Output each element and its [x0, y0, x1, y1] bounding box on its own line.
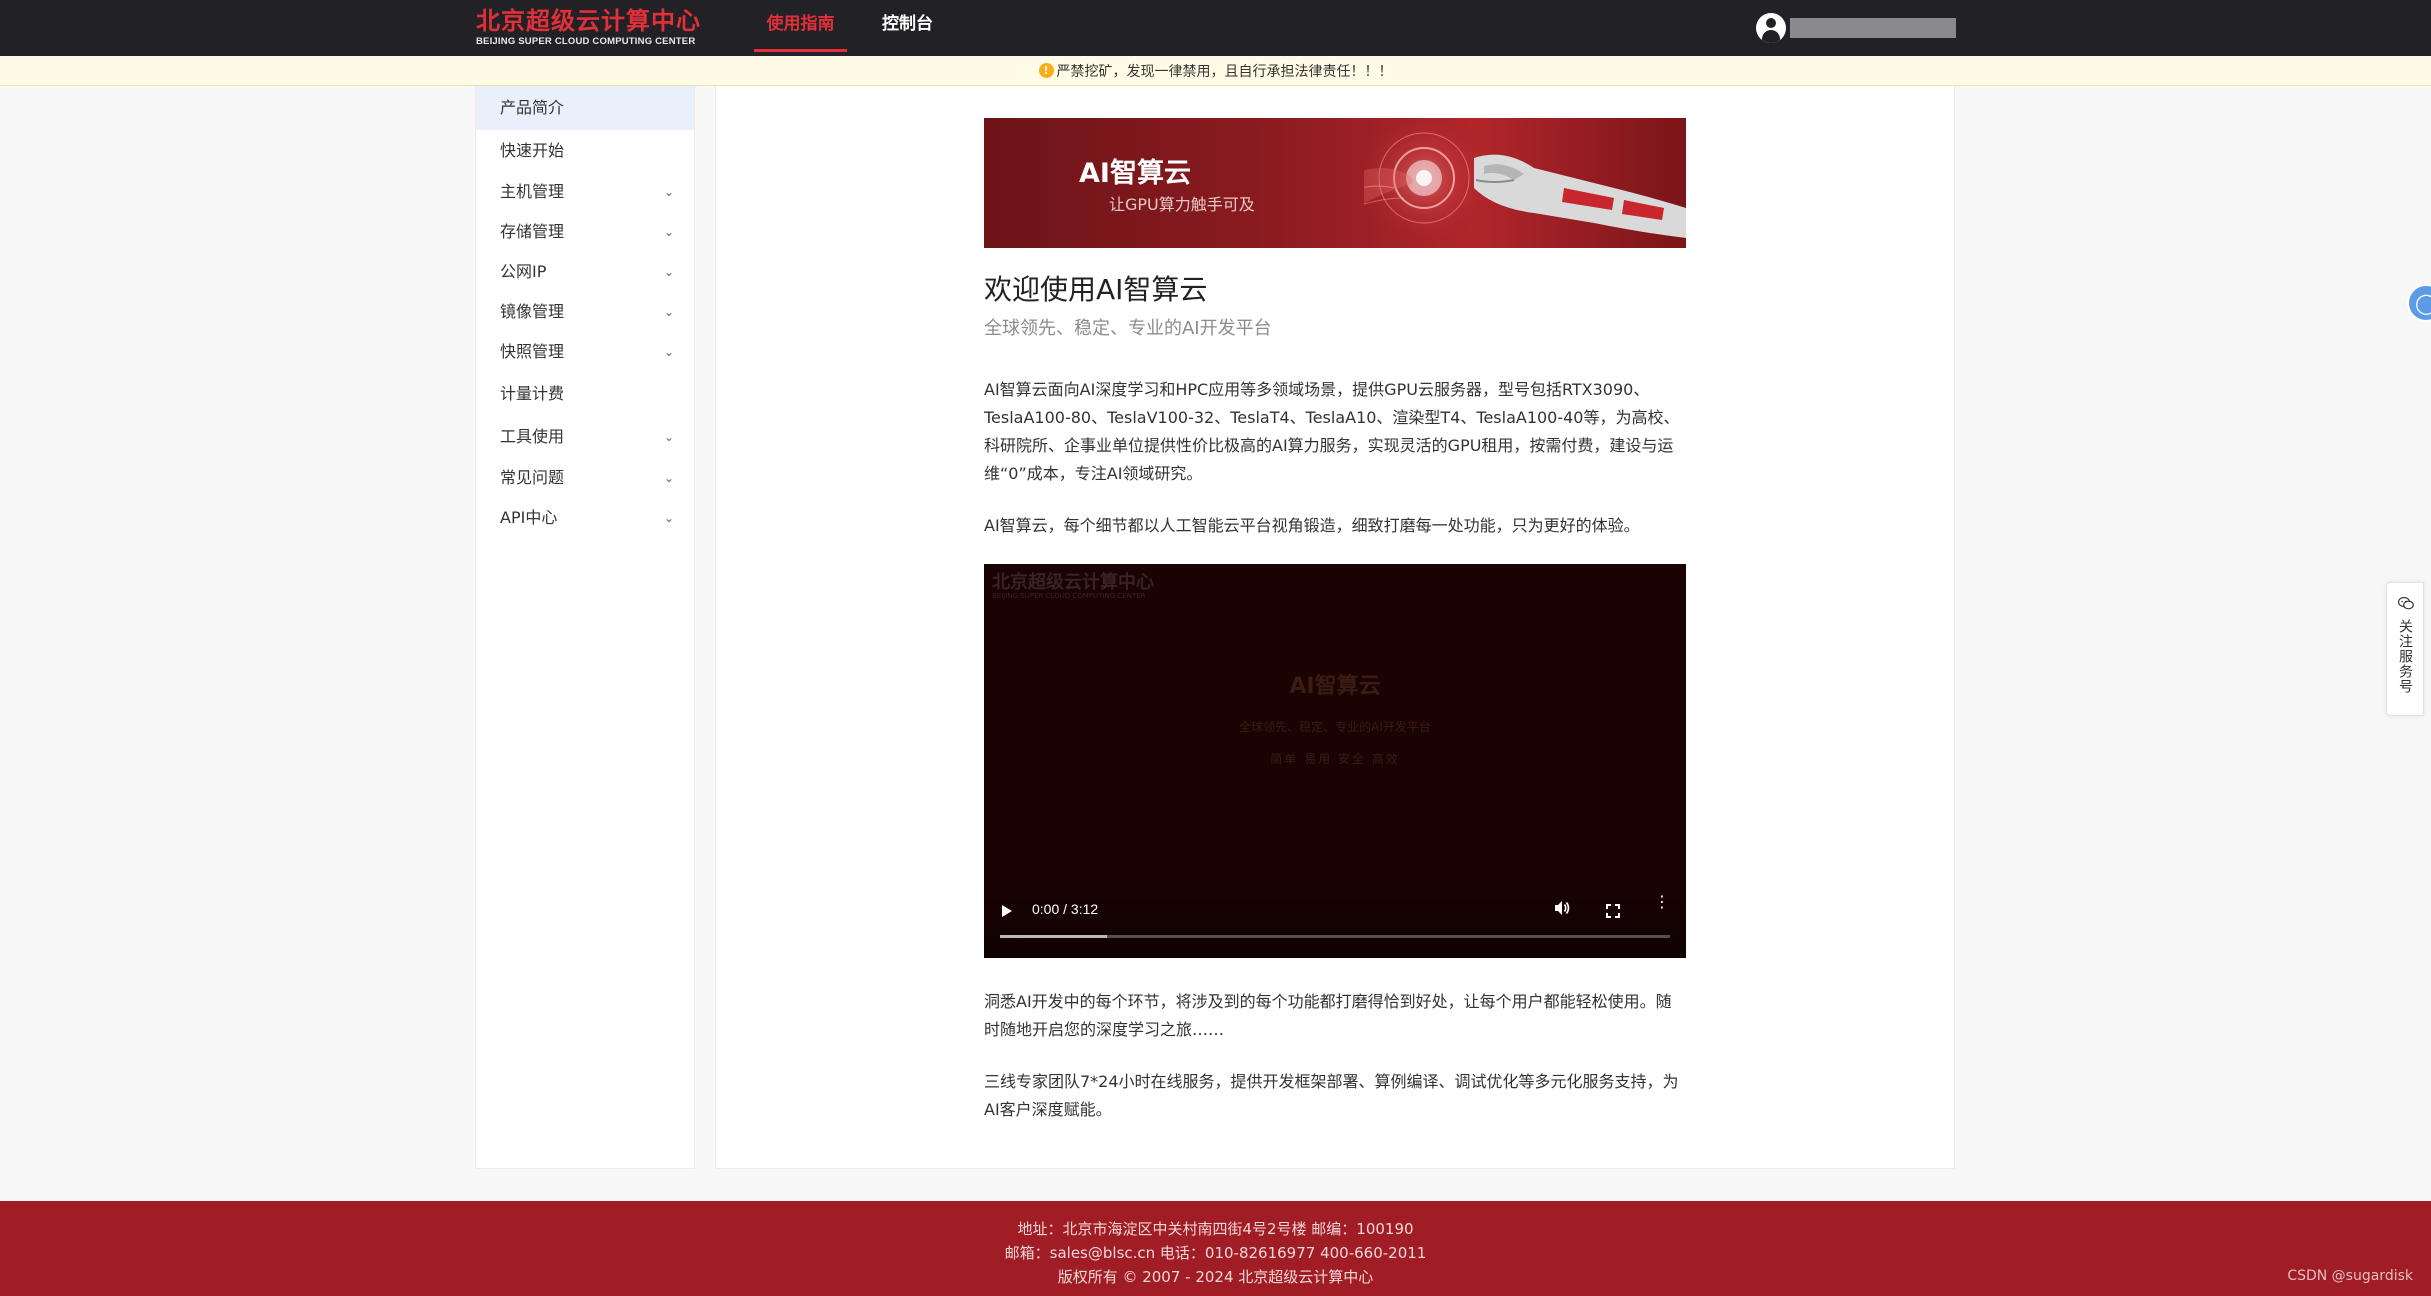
- sidebar-item-faq[interactable]: 常见问题 ⌄: [476, 458, 694, 498]
- wechat-icon: [2398, 597, 2414, 610]
- footer-address: 地址：北京市海淀区中关村南四街4号2号楼 邮编：100190: [1017, 1220, 1414, 1238]
- user-menu[interactable]: [1756, 13, 1956, 43]
- closing-paragraph-2: 三线专家团队7*24小时在线服务，提供开发框架部署、算例编译、调试优化等多元化服…: [984, 1072, 1679, 1119]
- banner-subtitle: 让GPU算力触手可及: [1109, 195, 1255, 214]
- chevron-down-icon: ⌄: [663, 471, 674, 485]
- sidebar-item-product-intro[interactable]: 产品简介: [476, 86, 694, 130]
- sidebar-item-label: API中心: [500, 508, 558, 527]
- video-frame-subtitle: 全球领先、稳定、专业的AI开发平台: [1239, 720, 1431, 734]
- sidebar-item-tools[interactable]: 工具使用 ⌄: [476, 416, 694, 458]
- username-redacted: [1790, 18, 1956, 38]
- sidebar-item-label: 常见问题: [500, 468, 565, 487]
- sidebar-item-label: 工具使用: [500, 427, 565, 446]
- sidebar-item-quick-start[interactable]: 快速开始: [476, 130, 694, 172]
- sidebar-item-label: 存储管理: [500, 222, 565, 241]
- chevron-down-icon: ⌄: [663, 430, 674, 444]
- sidebar-item-label: 镜像管理: [500, 302, 565, 321]
- article: AI智算云 让GPU算力触手可及 欢迎使用AI智算云 全球领先、稳定、专业的AI…: [984, 118, 1686, 1124]
- sidebar-item-label: 公网IP: [500, 262, 547, 281]
- sidebar-item-billing[interactable]: 计量计费: [476, 372, 694, 416]
- tab-console[interactable]: 控制台: [870, 0, 945, 52]
- detail-paragraph: AI智算云，每个细节都以人工智能云平台视角锻造，细致打磨每一处功能，只为更好的体…: [984, 516, 1640, 535]
- play-icon[interactable]: [1002, 905, 1012, 917]
- video-time: 0:00 / 3:12: [1032, 901, 1099, 917]
- csdn-watermark: CSDN @sugardisk: [2287, 1268, 2413, 1284]
- video-progress-track[interactable]: [1000, 935, 1670, 938]
- sidebar-item-api-center[interactable]: API中心 ⌄: [476, 498, 694, 538]
- video-frame-tagline: 简单 易用 安全 高效: [1270, 752, 1400, 766]
- sidebar-item-label: 计量计费: [500, 384, 565, 403]
- notice-text: 严禁挖矿，发现一律禁用，且自行承担法律责任！！！: [1056, 63, 1393, 80]
- chevron-down-icon: ⌄: [663, 345, 674, 359]
- video-buffered-bar: [1000, 935, 1108, 938]
- sidebar-item-public-ip[interactable]: 公网IP ⌄: [476, 252, 694, 292]
- sidebar-item-label: 产品简介: [500, 98, 565, 117]
- chevron-down-icon: ⌄: [663, 305, 674, 319]
- chevron-down-icon: ⌄: [663, 185, 674, 199]
- banner-title: AI智算云: [1079, 158, 1191, 189]
- sidebar-item-image-management[interactable]: 镜像管理 ⌄: [476, 292, 694, 332]
- page-subtitle: 全球领先、稳定、专业的AI开发平台: [984, 318, 1272, 339]
- video-frame-title: AI智算云: [1289, 674, 1381, 699]
- logo-en: BEIJING SUPER CLOUD COMPUTING CENTER: [476, 36, 696, 47]
- user-avatar-icon[interactable]: [1756, 13, 1786, 43]
- intro-video-player[interactable]: 北京超级云计算中心 BEIJING SUPER CLOUD COMPUTING …: [984, 564, 1686, 958]
- sidebar-item-label: 快速开始: [500, 141, 565, 160]
- follow-label: 关注服务号: [2397, 619, 2413, 694]
- chevron-down-icon: ⌄: [663, 265, 674, 279]
- follow-service-account-button[interactable]: 关注服务号: [2386, 582, 2424, 716]
- notice-banner: ! 严禁挖矿，发现一律禁用，且自行承担法律责任！！！: [0, 56, 2431, 86]
- sidebar: 产品简介 快速开始 主机管理 ⌄ 存储管理 ⌄ 公网IP ⌄ 镜像管理 ⌄ 快照管理 ⌄ …: [475, 86, 695, 1169]
- video-controls: 0:00 / 3:12 ⋮: [984, 874, 1686, 958]
- sidebar-item-snapshot-management[interactable]: 快照管理 ⌄: [476, 332, 694, 372]
- top-nav-bar: 北京超级云计算中心 BEIJING SUPER CLOUD COMPUTING …: [0, 0, 2431, 56]
- tab-guide[interactable]: 使用指南: [754, 0, 847, 52]
- sidebar-item-label: 快照管理: [500, 342, 565, 361]
- footer-contact: 邮箱：sales@blsc.cn 电话：010-82616977 400-660…: [1004, 1244, 1427, 1262]
- robot-hand-illustration: [1364, 118, 1686, 248]
- accessibility-icon[interactable]: ◯: [2407, 284, 2431, 322]
- logo-cn: 北京超级云计算中心: [476, 7, 701, 35]
- more-options-icon[interactable]: ⋮: [1654, 894, 1670, 910]
- footer: 地址：北京市海淀区中关村南四街4号2号楼 邮编：100190 邮箱：sales@…: [0, 1201, 2431, 1296]
- chevron-down-icon: ⌄: [663, 511, 674, 525]
- fullscreen-icon[interactable]: [1606, 903, 1620, 918]
- hero-banner: AI智算云 让GPU算力触手可及: [984, 118, 1686, 248]
- sidebar-item-storage-management[interactable]: 存储管理 ⌄: [476, 212, 694, 252]
- chevron-down-icon: ⌄: [663, 225, 674, 239]
- volume-icon[interactable]: [1554, 900, 1570, 920]
- closing-paragraph-1: 洞悉AI开发中的每个环节，将涉及到的每个功能都打磨得恰到好处，让每个用户都能轻松…: [984, 992, 1672, 1039]
- video-watermark: 北京超级云计算中心: [992, 572, 1154, 593]
- sidebar-item-host-management[interactable]: 主机管理 ⌄: [476, 172, 694, 212]
- footer-copyright: 版权所有 © 2007 - 2024 北京超级云计算中心: [1057, 1268, 1374, 1286]
- sidebar-item-label: 主机管理: [500, 182, 565, 201]
- page-title: 欢迎使用AI智算云: [984, 273, 1208, 306]
- intro-paragraph: AI智算云面向AI深度学习和HPC应用等多领域场景，提供GPU云服务器，型号包括…: [984, 380, 1680, 483]
- video-watermark-en: BEIJING SUPER CLOUD COMPUTING CENTER: [992, 592, 1146, 600]
- logo[interactable]: 北京超级云计算中心 BEIJING SUPER CLOUD COMPUTING …: [476, 6, 701, 50]
- warning-icon: !: [1038, 63, 1054, 78]
